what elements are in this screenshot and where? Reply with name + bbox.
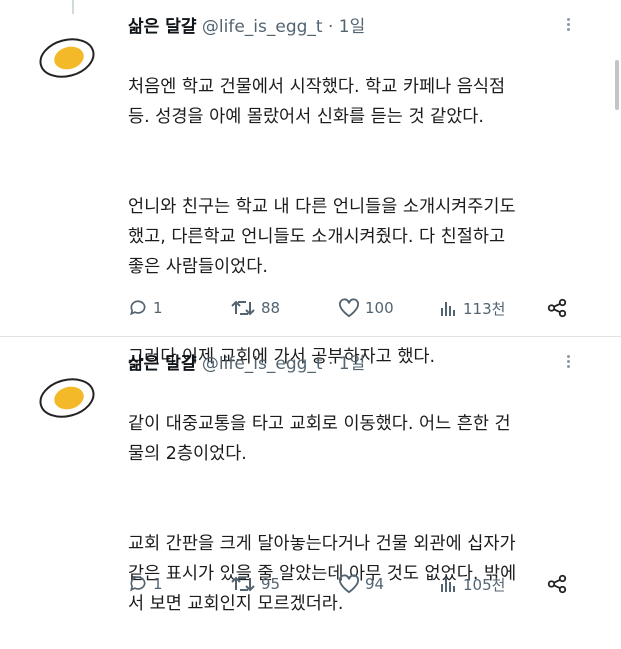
- timestamp[interactable]: 1일: [339, 17, 365, 37]
- tweet-header: 삶은 달걀 @life_is_egg_t · 1일: [128, 349, 365, 374]
- paragraph: 처음엔 학교 건물에서 시작했다. 학교 카페나 음식점 등. 성경을 아예 몰…: [128, 77, 506, 127]
- reply-icon: [130, 576, 146, 592]
- retweet-count: 95: [261, 575, 281, 593]
- author-handle[interactable]: @life_is_egg_t: [202, 354, 323, 374]
- retweet-icon: [231, 300, 255, 316]
- like-button[interactable]: 100: [338, 296, 394, 320]
- retweet-count: 88: [261, 299, 281, 317]
- share-icon: [547, 574, 567, 594]
- reply-count: 1: [153, 575, 163, 593]
- action-bar: 1 88 100 113천: [128, 296, 588, 320]
- tweet-header: 삶은 달걀 @life_is_egg_t · 1일: [128, 12, 365, 37]
- like-button[interactable]: 94: [338, 572, 384, 596]
- more-options-icon[interactable]: [561, 16, 575, 36]
- tweet-2[interactable]: 삶은 달걀 @life_is_egg_t · 1일 같이 대중교통을 타고 교회…: [0, 337, 621, 619]
- tweet-1[interactable]: 삶은 달걀 @life_is_egg_t · 1일 처음엔 학교 건물에서 시작…: [0, 0, 621, 367]
- author-name[interactable]: 삶은 달걀: [128, 17, 196, 37]
- reply-icon: [130, 300, 146, 316]
- retweet-button[interactable]: 88: [230, 296, 280, 320]
- like-count: 94: [365, 575, 385, 593]
- analytics-icon: [441, 302, 455, 316]
- reply-count: 1: [153, 299, 163, 317]
- analytics-icon: [441, 578, 455, 592]
- boiled-egg-avatar-icon[interactable]: [38, 378, 96, 418]
- views-button[interactable]: 113천: [440, 296, 505, 320]
- paragraph: 언니와 친구는 학교 내 다른 언니들을 소개시켜주기도 했고, 다른학교 언니…: [128, 197, 516, 277]
- share-icon: [547, 298, 567, 318]
- view-count: 105천: [463, 575, 506, 594]
- author-name[interactable]: 삶은 달걀: [128, 354, 196, 374]
- separator-dot: ·: [327, 354, 334, 374]
- more-options-icon[interactable]: [561, 353, 575, 373]
- share-button[interactable]: [546, 572, 568, 596]
- retweet-icon: [231, 576, 255, 592]
- separator-dot: ·: [327, 17, 334, 37]
- like-count: 100: [365, 299, 394, 317]
- views-button[interactable]: 105천: [440, 572, 505, 596]
- share-button[interactable]: [546, 296, 568, 320]
- view-count: 113천: [463, 299, 506, 318]
- reply-button[interactable]: 1: [128, 572, 163, 596]
- boiled-egg-avatar-icon[interactable]: [38, 38, 96, 78]
- heart-icon: [339, 574, 359, 594]
- reply-button[interactable]: 1: [128, 296, 163, 320]
- tweet-text: 같이 대중교통을 타고 교회로 이동했다. 어느 흔한 건 물의 2층이었다. …: [128, 379, 598, 649]
- retweet-button[interactable]: 95: [230, 572, 280, 596]
- timestamp[interactable]: 1일: [339, 354, 365, 374]
- paragraph: 같이 대중교통을 타고 교회로 이동했다. 어느 흔한 건 물의 2층이었다.: [128, 414, 511, 464]
- action-bar: 1 95 94 105천: [128, 572, 588, 596]
- heart-icon: [339, 298, 359, 318]
- author-handle[interactable]: @life_is_egg_t: [202, 17, 323, 37]
